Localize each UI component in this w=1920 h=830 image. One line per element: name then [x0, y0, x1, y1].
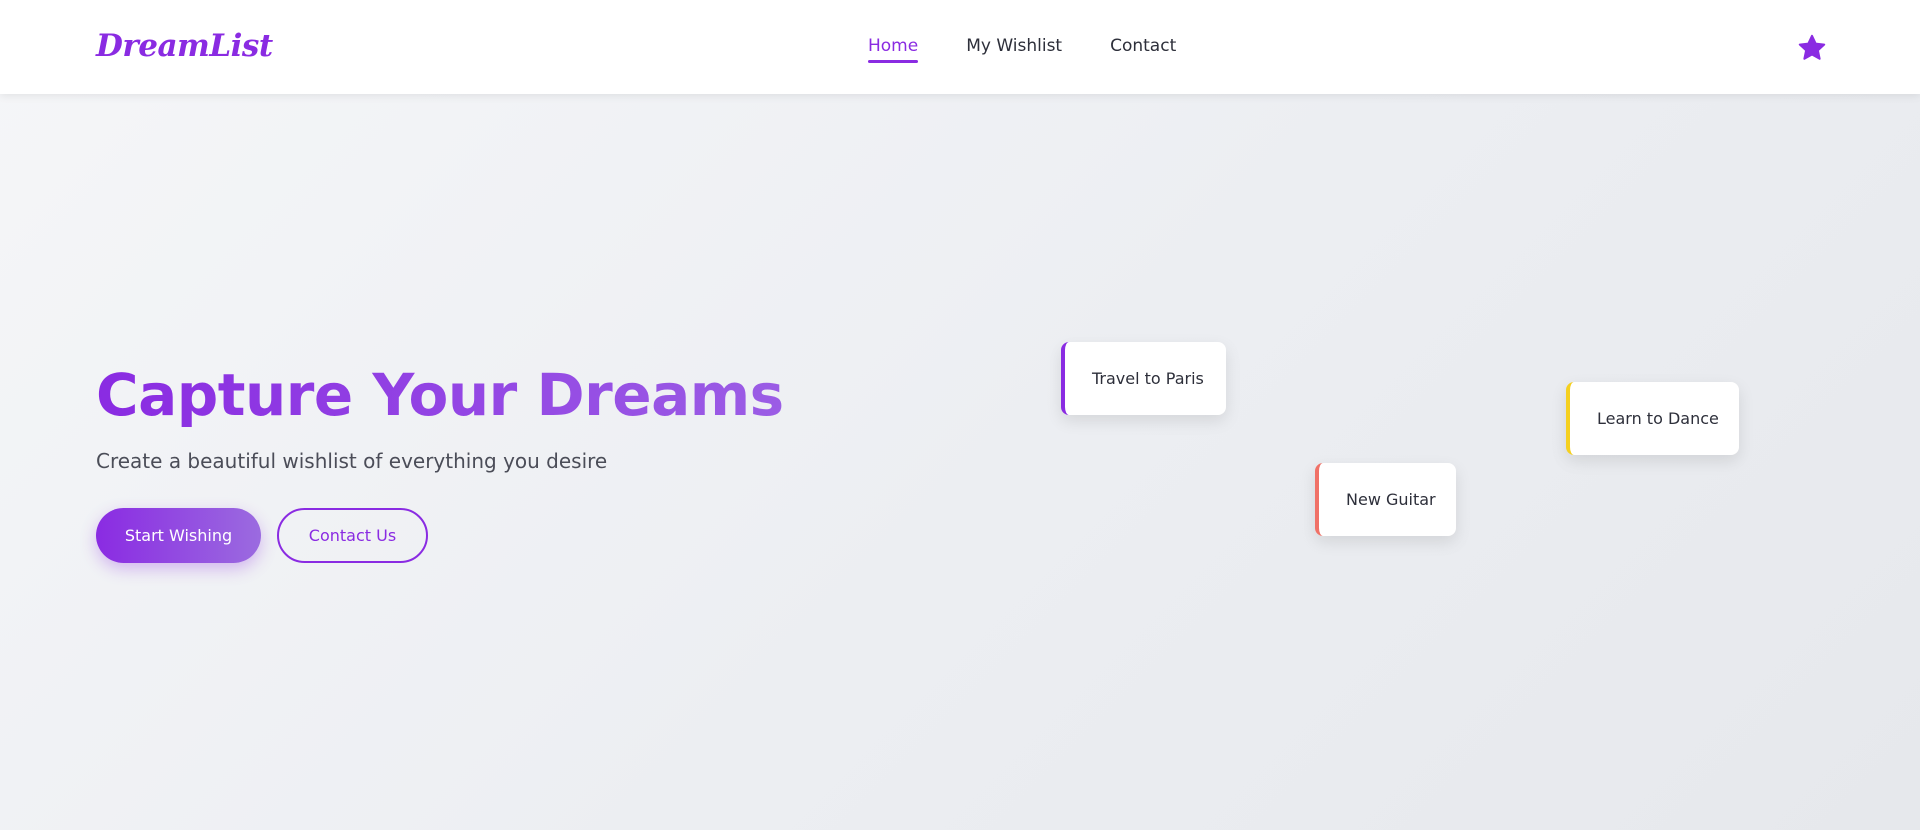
- wish-card-new-guitar: New Guitar: [1315, 463, 1456, 536]
- wish-card-learn-to-dance: Learn to Dance: [1566, 382, 1739, 455]
- start-wishing-button[interactable]: Start Wishing: [96, 508, 261, 563]
- hero-subtitle: Create a beautiful wishlist of everythin…: [96, 449, 608, 473]
- wish-card-label: Travel to Paris: [1092, 369, 1204, 388]
- logo[interactable]: DreamList: [96, 26, 273, 66]
- navbar: DreamList Home My Wishlist Contact: [0, 0, 1920, 94]
- wish-card-label: Learn to Dance: [1597, 409, 1719, 428]
- wish-card-label: New Guitar: [1346, 490, 1436, 509]
- hero-title: Capture Your Dreams: [96, 358, 784, 432]
- wish-card-travel-to-paris: Travel to Paris: [1061, 342, 1226, 415]
- main-nav: Home My Wishlist Contact: [868, 34, 1176, 63]
- nav-home[interactable]: Home: [868, 34, 919, 63]
- nav-my-wishlist[interactable]: My Wishlist: [966, 34, 1062, 58]
- nav-contact[interactable]: Contact: [1110, 34, 1176, 58]
- contact-us-button[interactable]: Contact Us: [277, 508, 428, 563]
- star-icon[interactable]: [1797, 33, 1827, 63]
